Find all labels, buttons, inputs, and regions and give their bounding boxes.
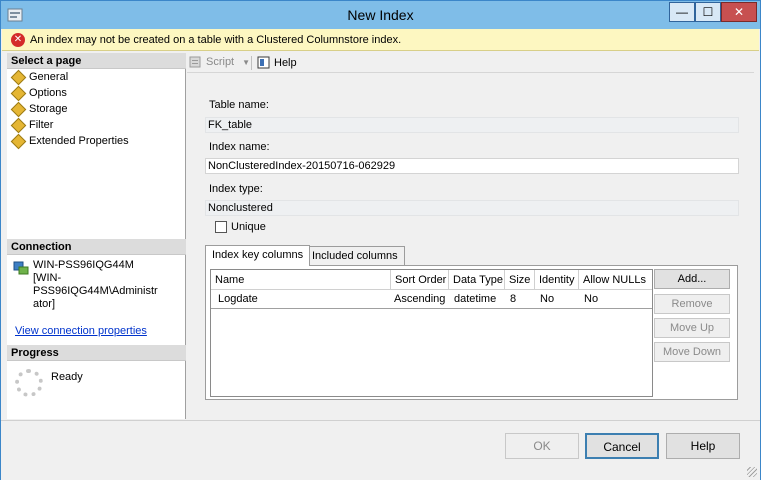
column-header-size[interactable]: Size — [505, 270, 535, 290]
connection-header: Connection — [7, 239, 186, 255]
close-button[interactable]: ✕ — [721, 2, 757, 22]
help-button[interactable]: Help — [666, 433, 740, 459]
wrench-icon — [11, 135, 25, 147]
toolbar-separator — [251, 56, 252, 70]
wrench-icon — [11, 103, 25, 115]
column-header-identity[interactable]: Identity — [535, 270, 579, 290]
page-item-general[interactable]: General — [11, 69, 68, 85]
connection-user-cont: ator] — [33, 298, 56, 310]
error-message: An index may not be created on a table w… — [30, 34, 402, 46]
cell-size: 8 — [510, 293, 517, 305]
table-name-label: Table name: — [209, 99, 269, 111]
minimize-button[interactable]: — — [669, 2, 695, 22]
select-page-header: Select a page — [7, 53, 186, 69]
left-pane: Select a page General Options Storage Fi… — [7, 53, 186, 419]
view-connection-properties-link[interactable]: View connection properties — [15, 325, 147, 337]
move-up-button[interactable]: Move Up — [654, 318, 730, 338]
new-index-dialog: New Index — ☐ ✕ ✕ An index may not be cr… — [0, 0, 761, 480]
error-banner: ✕ An index may not be created on a table… — [2, 29, 759, 51]
script-icon — [189, 56, 201, 68]
index-name-input[interactable]: NonClusteredIndex-20150716-062929 — [205, 158, 739, 174]
progress-header: Progress — [7, 345, 186, 361]
title-bar[interactable]: New Index — ☐ ✕ — [1, 1, 760, 29]
error-icon: ✕ — [11, 33, 25, 47]
index-type-label: Index type: — [209, 183, 263, 195]
index-key-columns-panel: Name Sort Order Data Type Size Identity … — [205, 265, 738, 400]
page-item-label: Filter — [29, 119, 54, 131]
column-header-name[interactable]: Name — [211, 270, 391, 290]
key-columns-grid[interactable]: Name Sort Order Data Type Size Identity … — [210, 269, 653, 397]
help-label: Help — [274, 56, 297, 69]
page-item-label: Options — [29, 87, 67, 99]
page-item-label: Extended Properties — [29, 135, 129, 147]
add-button[interactable]: Add... — [654, 269, 730, 289]
page-item-extended-properties[interactable]: Extended Properties — [11, 133, 129, 149]
window-title: New Index — [347, 7, 414, 23]
page-item-storage[interactable]: Storage — [11, 101, 68, 117]
index-name-label: Index name: — [209, 141, 270, 153]
column-header-allow-nulls[interactable]: Allow NULLs — [579, 270, 652, 290]
tab-index-key-columns[interactable]: Index key columns — [205, 245, 311, 266]
cancel-button[interactable]: Cancel — [585, 433, 659, 459]
connection-info: WIN-PSS96IQG44M [WIN-PSS96IQG44M\Adminis… — [33, 259, 185, 311]
page-item-filter[interactable]: Filter — [11, 117, 53, 133]
main-pane: Script ▼ Help Table name: FK_table Index… — [187, 53, 754, 419]
server-icon — [13, 261, 29, 275]
tab-included-columns[interactable]: Included columns — [305, 246, 405, 266]
column-header-data-type[interactable]: Data Type — [449, 270, 505, 290]
page-item-label: Storage — [29, 103, 68, 115]
row-divider — [211, 308, 652, 309]
script-label: Script — [206, 56, 235, 68]
table-name-field: FK_table — [205, 117, 739, 133]
unique-label: Unique — [231, 221, 266, 233]
progress-spinner-icon — [15, 369, 43, 397]
unique-checkbox[interactable] — [215, 221, 227, 233]
maximize-button[interactable]: ☐ — [695, 2, 721, 22]
page-item-options[interactable]: Options — [11, 85, 67, 101]
page-item-label: General — [29, 71, 69, 83]
wrench-icon — [11, 71, 25, 83]
cell-sort-order: Ascending — [394, 293, 446, 305]
remove-button[interactable]: Remove — [654, 294, 730, 314]
move-down-button[interactable]: Move Down — [654, 342, 730, 362]
script-button[interactable]: Script ▼ — [189, 56, 250, 68]
resize-grip-icon[interactable] — [747, 467, 757, 477]
progress-status: Ready — [51, 371, 83, 383]
index-type-field: Nonclustered — [205, 200, 739, 216]
connection-user: [WIN-PSS96IQG44M\Administr — [33, 272, 158, 297]
dialog-footer: OK Cancel Help — [1, 420, 760, 480]
help-book-icon — [257, 56, 270, 69]
connection-server: WIN-PSS96IQG44M — [33, 259, 134, 271]
toolbar: Script ▼ Help — [187, 53, 754, 73]
script-dropdown-icon[interactable]: ▼ — [242, 58, 250, 67]
wrench-icon — [11, 87, 25, 99]
cell-data-type: datetime — [454, 293, 497, 305]
cell-name: Logdate — [218, 293, 258, 305]
cell-identity: No — [540, 293, 555, 305]
help-toolbar-button[interactable]: Help — [257, 56, 297, 69]
cell-allow-nulls: No — [584, 293, 599, 305]
ok-button[interactable]: OK — [505, 433, 579, 459]
wrench-icon — [11, 119, 25, 131]
column-header-sort-order[interactable]: Sort Order — [391, 270, 449, 290]
